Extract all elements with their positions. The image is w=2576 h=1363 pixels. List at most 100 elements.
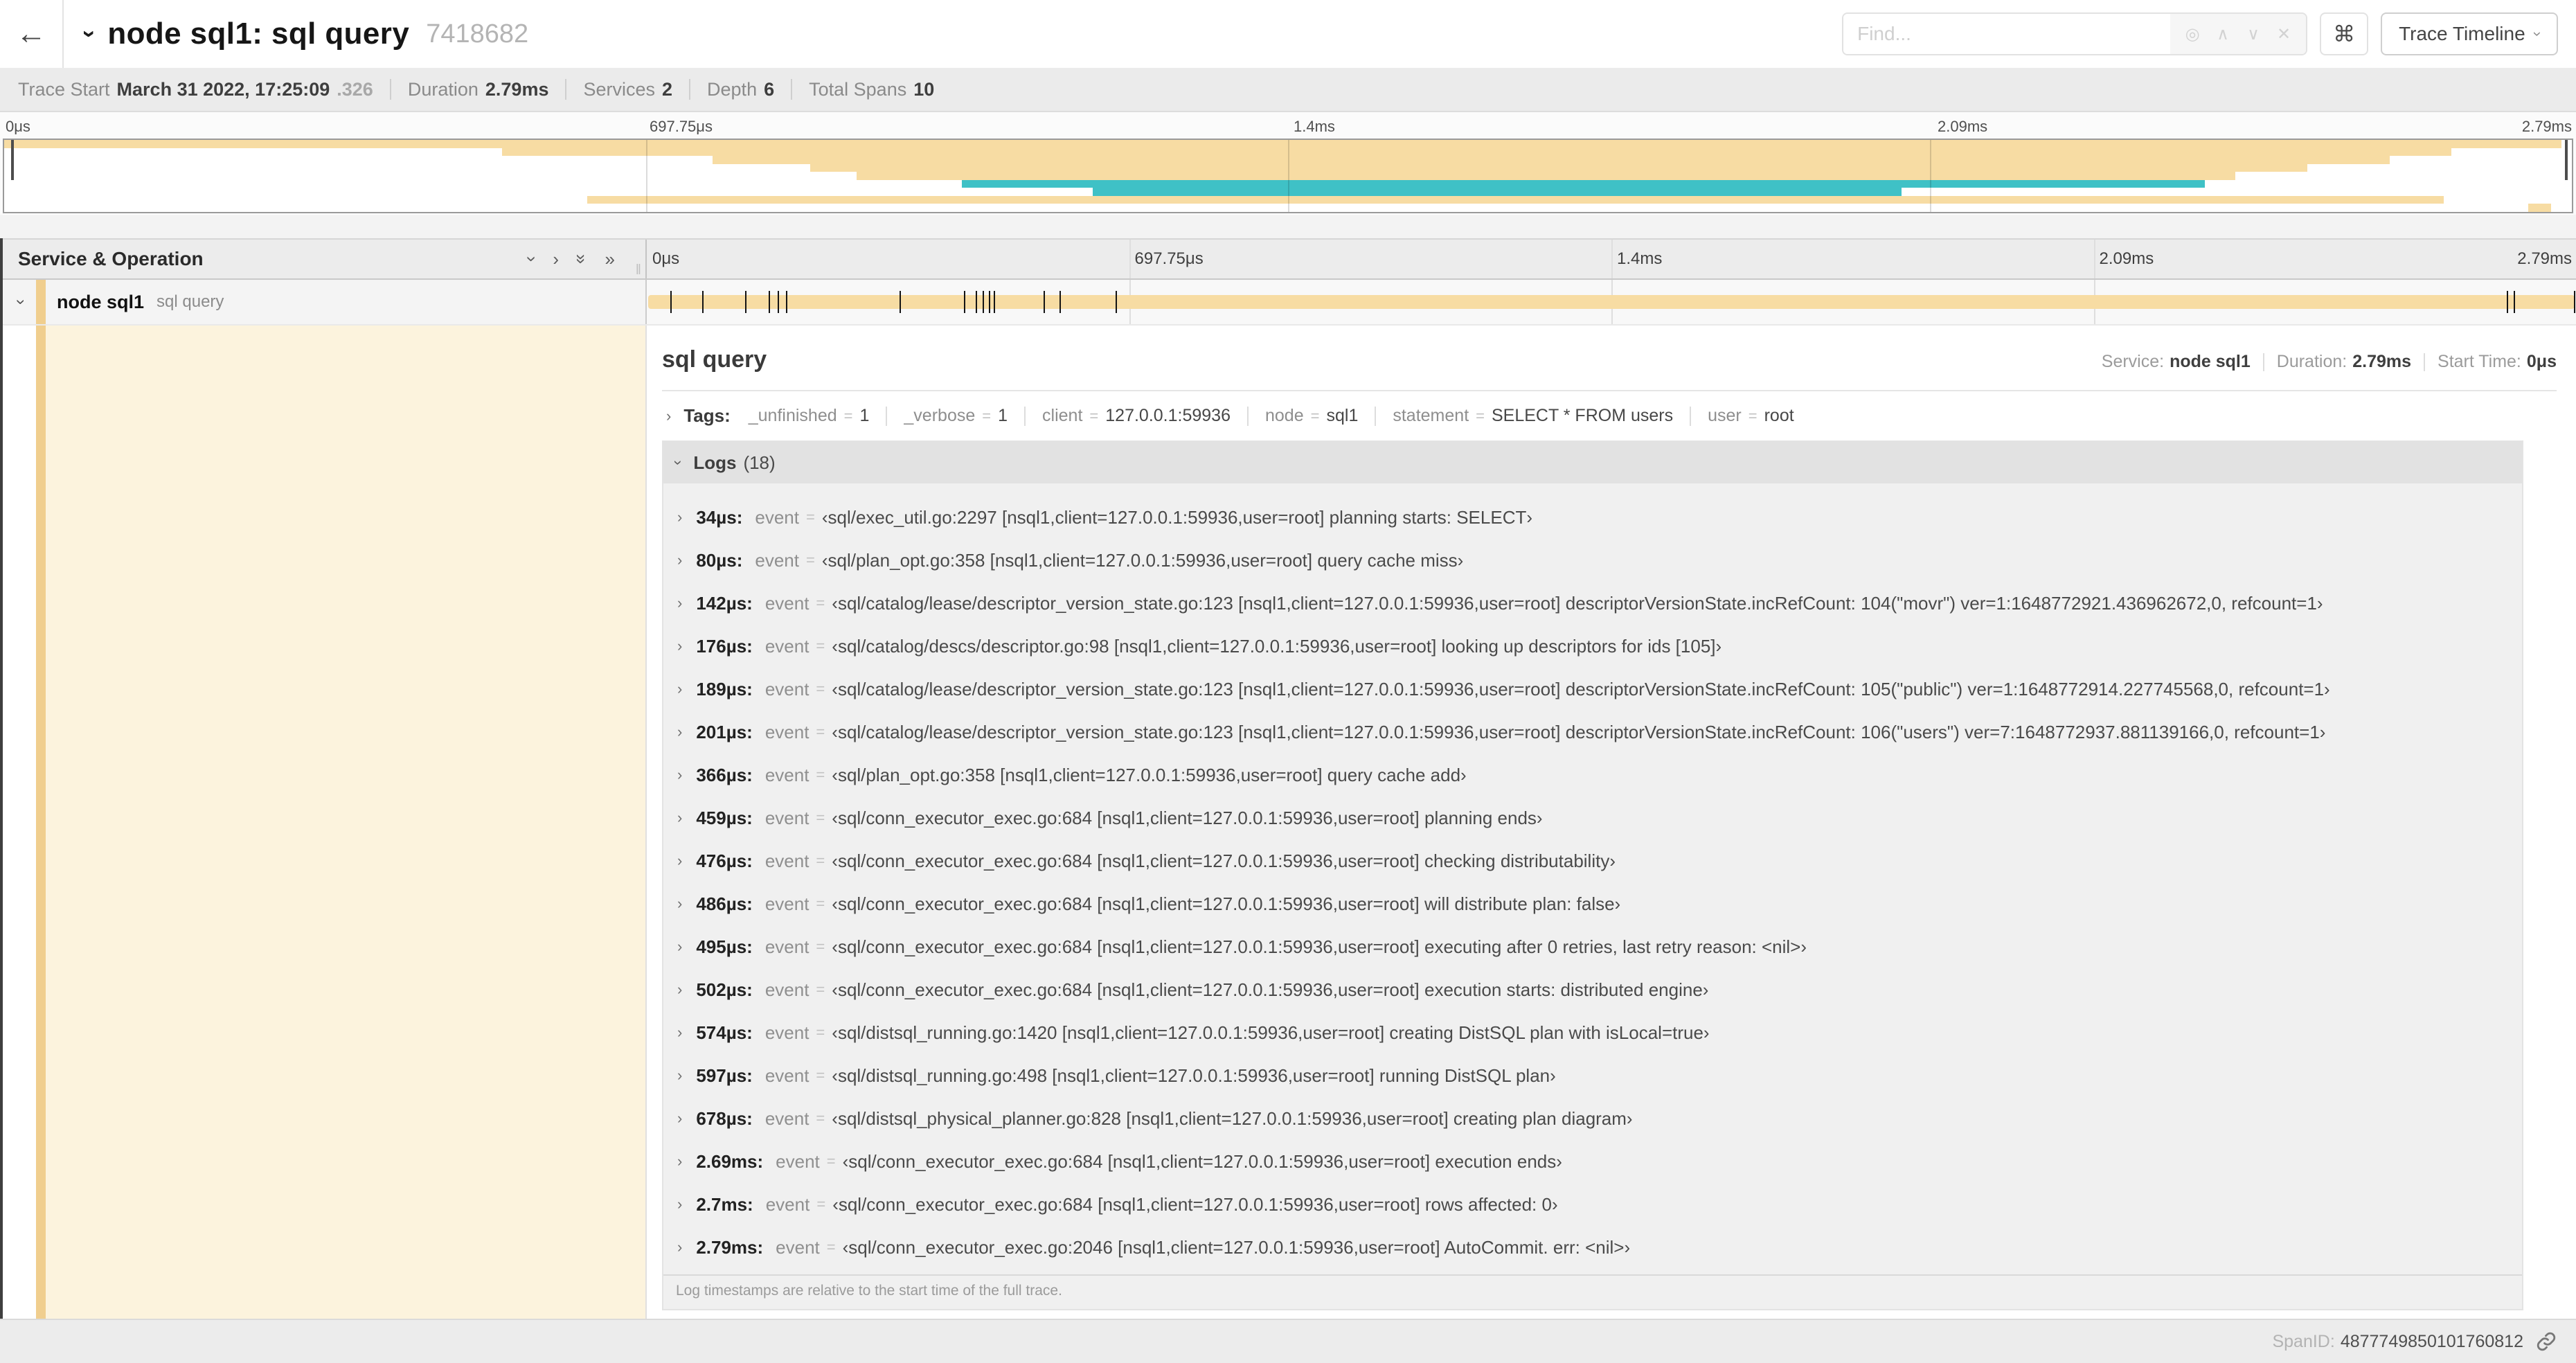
- divider: [791, 79, 793, 100]
- log-marker: [900, 291, 902, 313]
- log-entry[interactable]: › 597µs: event = ‹sql/distsql_running.go:498…: [677, 1054, 2511, 1097]
- tags-row[interactable]: › Tags: _unfinished = 1 _verbose = 1 client = 127.…: [662, 405, 2557, 427]
- span-row[interactable]: › node sql1 sql query: [0, 280, 2576, 326]
- span-detail-left-column: [0, 326, 647, 1319]
- chevron-right-icon: ›: [677, 594, 683, 612]
- tag-item[interactable]: _verbose = 1: [904, 406, 1008, 426]
- tag-item[interactable]: node = sql1: [1265, 406, 1358, 426]
- chevron-down-icon: ›: [2529, 31, 2547, 37]
- chevron-right-icon: ›: [677, 508, 683, 526]
- span-id-value: 4877749850101760812: [2340, 1331, 2523, 1351]
- minimap-ticks: 0μs 697.75μs 1.4ms 2.09ms 2.79ms: [0, 112, 2576, 139]
- minimap-scrubber-right[interactable]: [2565, 140, 2568, 181]
- logs-count: (18): [743, 452, 776, 473]
- log-marker: [670, 291, 672, 313]
- log-marker: [2574, 291, 2576, 313]
- tag-item[interactable]: client = 127.0.0.1:59936: [1042, 406, 1231, 426]
- log-entry[interactable]: › 34µs: event = ‹sql/exec_util.go:2297 [nsql…: [677, 496, 2511, 539]
- log-key: event: [764, 678, 810, 700]
- log-entry[interactable]: › 2.69ms: event = ‹sql/conn_executor_exec.go…: [677, 1140, 2511, 1183]
- tag-item[interactable]: user = root: [1708, 406, 1794, 426]
- tag-item[interactable]: _unfinished = 1: [749, 406, 870, 426]
- log-marker: [1059, 291, 1062, 313]
- logs-accordion-header[interactable]: › Logs (18): [663, 442, 2522, 483]
- span-row-name-cell[interactable]: › node sql1 sql query: [0, 280, 647, 324]
- log-entry[interactable]: › 80µs: event = ‹sql/plan_opt.go:358 [nsql1,…: [677, 539, 2511, 582]
- trace-id: 7418682: [426, 19, 529, 48]
- log-entry[interactable]: › 495µs: event = ‹sql/conn_executor_exec.go:…: [677, 925, 2511, 968]
- log-timestamp: 2.69ms:: [696, 1150, 764, 1172]
- keyboard-shortcuts-button[interactable]: ⌘: [2320, 12, 2369, 55]
- chevron-right-icon: ›: [677, 1067, 683, 1084]
- collapse-all-icon[interactable]: »: [571, 254, 592, 264]
- log-entry[interactable]: › 2.79ms: event = ‹sql/conn_executor_exec.go…: [677, 1226, 2511, 1269]
- span-row-timeline-cell[interactable]: [647, 280, 2576, 324]
- link-icon[interactable]: [2536, 1331, 2557, 1352]
- log-entry[interactable]: › 142µs: event = ‹sql/catalog/lease/descript…: [677, 582, 2511, 625]
- clear-find-icon[interactable]: ✕: [2269, 24, 2299, 44]
- equals-sign: =: [816, 1195, 826, 1213]
- chevron-right-icon[interactable]: ›: [666, 408, 671, 424]
- log-entry[interactable]: › 189µs: event = ‹sql/catalog/lease/descript…: [677, 668, 2511, 711]
- minimap-span-bar: [587, 195, 2444, 204]
- log-marker: [777, 291, 779, 313]
- find-suffix: ◎ ∧ ∨ ✕: [2170, 14, 2307, 54]
- back-button[interactable]: ←: [0, 0, 64, 68]
- trace-summary-bar: Trace Start March 31 2022, 17:25:09.326 D…: [0, 68, 2576, 112]
- log-value: ‹sql/catalog/lease/descriptor_version_st…: [832, 592, 2323, 614]
- log-entry[interactable]: › 574µs: event = ‹sql/distsql_running.go:142…: [677, 1011, 2511, 1054]
- log-entry[interactable]: › 502µs: event = ‹sql/conn_executor_exec.go:…: [677, 968, 2511, 1011]
- tag-item[interactable]: statement = SELECT * FROM users: [1393, 406, 1673, 426]
- top-header: ← › node sql1: sql query 7418682 ◎ ∧ ∨ ✕…: [0, 0, 2576, 68]
- expand-one-icon[interactable]: ›: [553, 250, 559, 268]
- minimap-canvas[interactable]: [3, 139, 2573, 213]
- collapse-trace-chevron-icon[interactable]: ›: [77, 30, 103, 37]
- log-entry[interactable]: › 459µs: event = ‹sql/conn_executor_exec.go:…: [677, 796, 2511, 839]
- log-entry[interactable]: › 476µs: event = ‹sql/conn_executor_exec.go:…: [677, 839, 2511, 882]
- equals-sign: =: [816, 766, 825, 783]
- chevron-right-icon: ›: [677, 1152, 683, 1170]
- log-key: event: [764, 635, 810, 657]
- span-overview: Service: node sql1 Duration: 2.79ms Start Ti…: [2102, 352, 2557, 372]
- find-next-icon[interactable]: ∨: [2238, 24, 2269, 44]
- equals-sign: =: [816, 594, 825, 612]
- log-value: ‹sql/exec_util.go:2297 [nsql1,client=127…: [821, 506, 1533, 528]
- find-input[interactable]: [1843, 14, 2171, 54]
- log-timestamp: 366µs:: [696, 764, 753, 785]
- log-entry[interactable]: › 2.7ms: event = ‹sql/conn_executor_exec.go:…: [677, 1183, 2511, 1226]
- divider: [1247, 406, 1249, 426]
- log-entry[interactable]: › 678µs: event = ‹sql/distsql_physical_plann…: [677, 1097, 2511, 1140]
- log-value: ‹sql/distsql_running.go:1420 [nsql1,clie…: [832, 1022, 1710, 1043]
- find-prev-icon[interactable]: ∧: [2208, 24, 2238, 44]
- tag-key: statement: [1393, 406, 1469, 425]
- log-marker: [964, 291, 966, 313]
- log-value: ‹sql/conn_executor_exec.go:684 [nsql1,cl…: [832, 936, 1807, 957]
- log-key: event: [764, 764, 810, 785]
- chevron-down-icon[interactable]: ›: [12, 299, 30, 305]
- log-timestamp: 80µs:: [696, 549, 743, 571]
- locate-icon[interactable]: ◎: [2177, 24, 2208, 44]
- log-key: event: [776, 1150, 820, 1172]
- log-entry[interactable]: › 366µs: event = ‹sql/plan_opt.go:358 [nsql1…: [677, 754, 2511, 796]
- minimap-scrubber-left[interactable]: [11, 140, 14, 181]
- collapse-one-icon[interactable]: ›: [521, 256, 542, 262]
- column-resize-grip[interactable]: ‖: [636, 262, 641, 278]
- chevron-right-icon: ›: [677, 766, 683, 783]
- log-entry[interactable]: › 486µs: event = ‹sql/conn_executor_exec.go:…: [677, 882, 2511, 925]
- equals-sign: =: [1310, 407, 1320, 425]
- view-select-button[interactable]: Trace Timeline ›: [2381, 12, 2558, 55]
- log-entry[interactable]: › 176µs: event = ‹sql/catalog/descs/descript…: [677, 625, 2511, 668]
- span-detail-panel: sql query Service: node sql1 Duration: 2.79…: [647, 326, 2576, 1319]
- log-timestamp: 495µs:: [696, 936, 753, 957]
- chevron-right-icon: ›: [677, 1195, 683, 1213]
- log-timestamp: 502µs:: [696, 979, 753, 1000]
- log-marker: [983, 291, 985, 313]
- span-duration-bar[interactable]: [648, 295, 2575, 309]
- equals-sign: =: [816, 852, 825, 869]
- tag-value: 1: [998, 406, 1008, 425]
- log-entry[interactable]: › 201µs: event = ‹sql/catalog/lease/descript…: [677, 711, 2511, 754]
- expand-all-icon[interactable]: »: [605, 250, 615, 268]
- timeline-tick-label: 2.79ms: [2521, 118, 2572, 135]
- log-key: event: [764, 807, 810, 828]
- equals-sign: =: [816, 895, 825, 912]
